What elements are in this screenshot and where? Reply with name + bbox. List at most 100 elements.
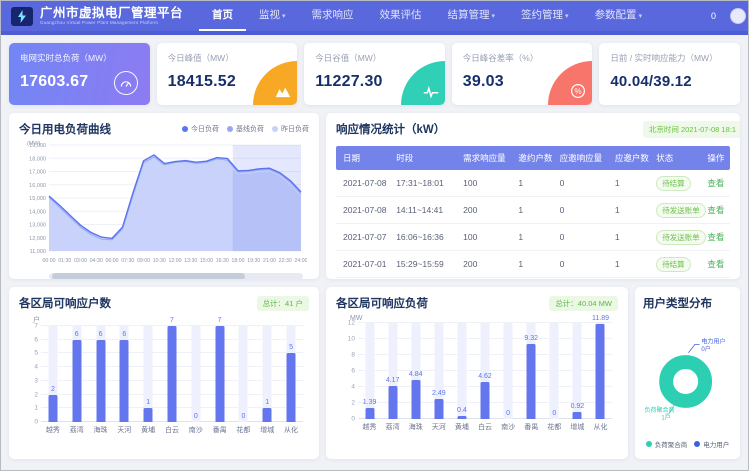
- district-households-chart: 0123456726661707015: [41, 326, 303, 422]
- cell-period: 14:11~14:41: [389, 205, 456, 215]
- bar-column-海珠: 4.84: [404, 323, 427, 419]
- bar-value-label: 7: [208, 317, 232, 324]
- cell-date: 2021-07-07: [336, 232, 389, 242]
- nav-item-contract-management[interactable]: 签约管理▾: [508, 1, 582, 31]
- view-link[interactable]: 查看: [707, 178, 724, 188]
- svg-text:14,000: 14,000: [29, 209, 46, 215]
- table-column-header-6: 状态: [649, 152, 700, 164]
- user-type-title: 用户类型分布: [643, 295, 732, 311]
- response-stats-panel: 响应情况统计（kW） 北京时间 2021-07-08 18:1 日期时段需求响应…: [326, 113, 740, 279]
- svg-text:15,000: 15,000: [29, 196, 46, 202]
- bar: [215, 326, 224, 422]
- y-axis-tick: 0: [23, 419, 38, 426]
- bar-column-越秀: 1.39: [358, 323, 381, 419]
- bar-column-南沙: 0: [184, 326, 208, 422]
- legend-item-series-0[interactable]: 今日负荷: [182, 124, 219, 134]
- bar: [411, 380, 420, 419]
- app-title: 广州市虚拟电厂管理平台: [40, 7, 183, 20]
- legend-label: 今日负荷: [191, 124, 219, 134]
- cell-demand: 100: [456, 232, 511, 242]
- chart-zoom-slider[interactable]: [49, 273, 303, 279]
- svg-text:16,000: 16,000: [29, 183, 46, 189]
- cell-demand: 100: [456, 178, 511, 188]
- chevron-down-icon: ▾: [639, 13, 643, 20]
- x-axis-label: 从化: [279, 425, 303, 435]
- svg-text:12:00: 12:00: [169, 258, 182, 264]
- svg-text:(MW): (MW): [27, 141, 41, 147]
- bar-background-band: [504, 323, 513, 419]
- svg-text:09:00: 09:00: [137, 258, 150, 264]
- bar: [527, 344, 536, 419]
- response-table-body: 2021-07-0817:31~18:01100101待结算查看2021-07-…: [336, 170, 730, 278]
- cell-accepted-count: 1: [608, 205, 649, 215]
- y-axis-tick: 6: [23, 336, 38, 343]
- svg-text:12,000: 12,000: [29, 236, 46, 242]
- svg-text:22:30: 22:30: [279, 258, 292, 264]
- legend-item-power-user[interactable]: 电力用户: [694, 439, 729, 449]
- nav-item-effect-evaluation[interactable]: 效果评估: [367, 1, 435, 31]
- kpi-label: 今日峰谷差率（%）: [463, 52, 582, 64]
- cell-date: 2021-07-08: [336, 178, 389, 188]
- app-subtitle: Guangzhou Virtual Power Plant Management…: [40, 21, 183, 26]
- kpi-card-response-capability: 日前 / 实时响应能力（MW）40.04/39.12: [599, 43, 740, 105]
- x-axis-label: 越秀: [41, 425, 65, 435]
- beijing-time-badge: 北京时间 2021-07-08 18:1: [643, 121, 740, 138]
- bar: [167, 326, 176, 422]
- bar: [120, 340, 129, 422]
- svg-text:%: %: [575, 87, 582, 96]
- cell-period: 15:29~15:59: [389, 259, 456, 269]
- chart-zoom-range[interactable]: [52, 273, 245, 279]
- donut-label-power-user-count: 0户: [701, 345, 710, 353]
- cell-demand: 200: [456, 259, 511, 269]
- svg-text:03:00: 03:00: [74, 258, 87, 264]
- bar-value-label: 0.92: [566, 403, 589, 410]
- table-column-header-7: 操作: [700, 152, 730, 164]
- user-avatar[interactable]: [730, 8, 746, 24]
- legend-item-aggregator[interactable]: 负荷聚合商: [646, 439, 688, 449]
- x-axis-label: 南沙: [497, 422, 520, 432]
- x-axis-label: 增城: [255, 425, 279, 435]
- view-link[interactable]: 查看: [707, 232, 724, 242]
- nav-item-demand-response[interactable]: 需求响应: [299, 1, 367, 31]
- nav-item-parameter-config[interactable]: 参数配置▾: [582, 1, 656, 31]
- x-axis-label: 番禺: [208, 425, 232, 435]
- x-axis-label: 越秀: [358, 422, 381, 432]
- bar-column-黄埔: 1: [136, 326, 160, 422]
- kpi-card-today-peak: 今日峰值（MW）18415.52: [157, 43, 298, 105]
- nav-item-home[interactable]: 首页: [199, 1, 246, 31]
- households-total-badge: 总计：41 户: [257, 296, 309, 311]
- user-type-legend: 负荷聚合商 电力用户: [643, 439, 732, 451]
- bar-value-label: 6: [89, 331, 113, 338]
- legend-item-series-2[interactable]: 昨日负荷: [272, 124, 309, 134]
- table-row: 2021-07-0115:29~15:59200101待结算查看: [336, 251, 730, 278]
- bar: [144, 408, 153, 422]
- load-curve-title: 今日用电负荷曲线: [19, 121, 111, 137]
- y-axis-tick: 5: [23, 350, 38, 357]
- bar: [596, 324, 605, 419]
- y-axis-tick: 12: [340, 320, 355, 327]
- cell-accepted-amount: 0: [553, 259, 608, 269]
- view-link[interactable]: 查看: [707, 205, 724, 215]
- load-total-badge: 总计：40.04 MW: [549, 296, 618, 311]
- bar-value-label: 4.84: [404, 371, 427, 378]
- donut-slice-aggregator[interactable]: [666, 362, 705, 401]
- x-axis-label: 花都: [232, 425, 256, 435]
- view-link[interactable]: 查看: [707, 259, 724, 269]
- response-table: 日期时段需求响应量邀约户数应邀响应量应邀户数状态操作 2021-07-0817:…: [336, 146, 730, 278]
- nav-item-monitor[interactable]: 监视▾: [246, 1, 299, 31]
- bar-background-band: [191, 326, 200, 422]
- bar-value-label: 0: [497, 410, 520, 417]
- x-axis-label: 南沙: [184, 425, 208, 435]
- table-column-header-0: 日期: [336, 152, 389, 164]
- kpi-label: 今日峰值（MW）: [168, 52, 287, 64]
- bar-column-荔湾: 6: [65, 326, 89, 422]
- nav-item-settlement-management[interactable]: 结算管理▾: [435, 1, 509, 31]
- x-axis-label: 荔湾: [65, 425, 89, 435]
- y-axis-tick: 4: [340, 384, 355, 391]
- load-curve-chart: 19,00018,00017,00016,00015,00014,00013,0…: [19, 137, 307, 267]
- legend-item-series-1[interactable]: 基线负荷: [227, 124, 264, 134]
- x-axis-label: 海珠: [89, 425, 113, 435]
- notification-count[interactable]: 0: [711, 11, 716, 21]
- status-badge: 待结算: [656, 176, 691, 191]
- kpi-card-today-peak-valley-rate: 今日峰谷差率（%）39.03%: [452, 43, 593, 105]
